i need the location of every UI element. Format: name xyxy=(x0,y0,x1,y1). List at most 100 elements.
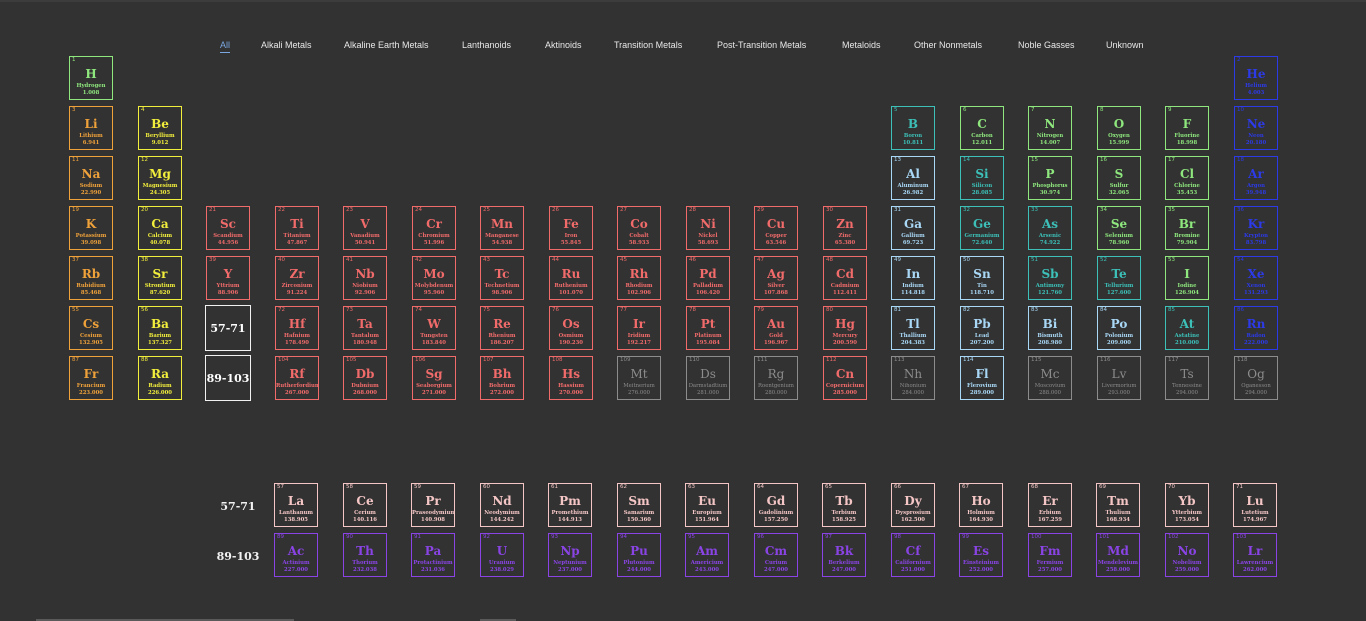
element-tile-gadolinium[interactable]: 64 Gd Gadolinium 157.250 xyxy=(754,483,798,527)
element-tile-tin[interactable]: 50 Sn Tin 118.710 xyxy=(960,256,1004,300)
element-tile-selenium[interactable]: 34 Se Selenium 78.960 xyxy=(1097,206,1141,250)
element-tile-erbium[interactable]: 68 Er Erbium 167.259 xyxy=(1028,483,1072,527)
element-tile-thallium[interactable]: 81 Tl Thallium 204.383 xyxy=(891,306,935,350)
filter-aktinoids[interactable]: Aktinoids xyxy=(545,40,582,50)
element-tile-zirconium[interactable]: 40 Zr Zirconium 91.224 xyxy=(275,256,319,300)
element-tile-nobelium[interactable]: 102 No Nobelium 259.000 xyxy=(1165,533,1209,577)
element-tile-oganesson[interactable]: 118 Og Oganesson 294.000 xyxy=(1234,356,1278,400)
filter-transition-metals[interactable]: Transition Metals xyxy=(614,40,682,50)
filter-lanthanoids[interactable]: Lanthanoids xyxy=(462,40,511,50)
element-tile-beryllium[interactable]: 4 Be Beryllium 9.012 xyxy=(138,106,182,150)
element-tile-sodium[interactable]: 11 Na Sodium 22.990 xyxy=(69,156,113,200)
filter-alkali-metals[interactable]: Alkali Metals xyxy=(261,40,312,50)
element-tile-hydrogen[interactable]: 1 H Hydrogen 1.008 xyxy=(69,56,113,100)
element-tile-polonium[interactable]: 84 Po Polonium 209.000 xyxy=(1097,306,1141,350)
element-tile-oxygen[interactable]: 8 O Oxygen 15.999 xyxy=(1097,106,1141,150)
element-tile-tungsten[interactable]: 74 W Tungsten 183.840 xyxy=(412,306,456,350)
element-tile-tennessine[interactable]: 117 Ts Tennessine 294.000 xyxy=(1165,356,1209,400)
element-tile-rubidium[interactable]: 37 Rb Rubidium 85.468 xyxy=(69,256,113,300)
element-tile-carbon[interactable]: 6 C Carbon 12.011 xyxy=(960,106,1004,150)
element-tile-neodymium[interactable]: 60 Nd Neodymium 144.242 xyxy=(480,483,524,527)
element-tile-radon[interactable]: 86 Rn Radon 222.000 xyxy=(1234,306,1278,350)
element-tile-cesium[interactable]: 55 Cs Cesium 132.905 xyxy=(69,306,113,350)
element-tile-silver[interactable]: 47 Ag Silver 107.868 xyxy=(754,256,798,300)
element-tile-copernicium[interactable]: 112 Cn Copernicium 285.000 xyxy=(823,356,867,400)
element-tile-ruthenium[interactable]: 44 Ru Ruthenium 101.070 xyxy=(549,256,593,300)
element-tile-curium[interactable]: 96 Cm Curium 247.000 xyxy=(754,533,798,577)
element-tile-xenon[interactable]: 54 Xe Xenon 131.293 xyxy=(1234,256,1278,300)
element-tile-technetium[interactable]: 43 Tc Technetium 98.906 xyxy=(480,256,524,300)
element-tile-magnesium[interactable]: 12 Mg Magnesium 24.305 xyxy=(138,156,182,200)
element-tile-barium[interactable]: 56 Ba Barium 137.327 xyxy=(138,306,182,350)
element-tile-silicon[interactable]: 14 Si Silicon 28.085 xyxy=(960,156,1004,200)
element-tile-germanium[interactable]: 32 Ge Germanium 72.640 xyxy=(960,206,1004,250)
element-tile-sulfur[interactable]: 16 S Sulfur 32.065 xyxy=(1097,156,1141,200)
element-tile-nitrogen[interactable]: 7 N Nitrogen 14.007 xyxy=(1028,106,1072,150)
element-tile-einsteinium[interactable]: 99 Es Einsteinium 252.000 xyxy=(959,533,1003,577)
element-tile-radium[interactable]: 88 Ra Radium 226.000 xyxy=(138,356,182,400)
element-tile-moscovium[interactable]: 115 Mc Moscovium 288.000 xyxy=(1028,356,1072,400)
element-tile-praseodymium[interactable]: 59 Pr Praseodymium 140.908 xyxy=(411,483,455,527)
filter-other-nonmetals[interactable]: Other Nonmetals xyxy=(914,40,982,50)
element-tile-boron[interactable]: 5 B Boron 10.811 xyxy=(891,106,935,150)
element-tile-seaborgium[interactable]: 106 Sg Seaborgium 271.000 xyxy=(412,356,456,400)
element-tile-meitnerium[interactable]: 109 Mt Meitnerium 276.000 xyxy=(617,356,661,400)
element-tile-titanium[interactable]: 22 Ti Titanium 47.867 xyxy=(275,206,319,250)
element-tile-zinc[interactable]: 30 Zn Zinc 65.380 xyxy=(823,206,867,250)
element-tile-bromine[interactable]: 35 Br Bromine 79.904 xyxy=(1165,206,1209,250)
element-tile-gold[interactable]: 79 Au Gold 196.967 xyxy=(754,306,798,350)
element-tile-iridium[interactable]: 77 Ir Iridium 192.217 xyxy=(617,306,661,350)
element-tile-osmium[interactable]: 76 Os Osmium 190.230 xyxy=(549,306,593,350)
filter-all[interactable]: All xyxy=(220,40,231,53)
element-tile-astatine[interactable]: 85 At Astatine 210.000 xyxy=(1165,306,1209,350)
element-tile-ytterbium[interactable]: 70 Yb Ytterbium 173.054 xyxy=(1165,483,1209,527)
element-tile-copper[interactable]: 29 Cu Copper 63.546 xyxy=(754,206,798,250)
element-tile-plutonium[interactable]: 94 Pu Plutonium 244.000 xyxy=(617,533,661,577)
element-tile-lutetium[interactable]: 71 Lu Lutetium 174.967 xyxy=(1233,483,1277,527)
element-tile-lead[interactable]: 82 Pb Lead 207.200 xyxy=(960,306,1004,350)
element-tile-protactinium[interactable]: 91 Pa Protactinium 231.036 xyxy=(411,533,455,577)
filter-post-transition-metals[interactable]: Post-Transition Metals xyxy=(717,40,806,50)
element-tile-gallium[interactable]: 31 Ga Gallium 69.723 xyxy=(891,206,935,250)
element-tile-cobalt[interactable]: 27 Co Cobalt 58.933 xyxy=(617,206,661,250)
element-tile-livermorium[interactable]: 116 Lv Livermorium 293.000 xyxy=(1097,356,1141,400)
element-tile-nihonium[interactable]: 113 Nh Nihonium 284.000 xyxy=(891,356,935,400)
element-tile-hassium[interactable]: 108 Hs Hassium 270.000 xyxy=(549,356,593,400)
element-tile-phosphorus[interactable]: 15 P Phosphorus 30.974 xyxy=(1028,156,1072,200)
element-tile-argon[interactable]: 18 Ar Argon 39.948 xyxy=(1234,156,1278,200)
element-tile-dubnium[interactable]: 105 Db Dubnium 268.000 xyxy=(343,356,387,400)
element-tile-fluorine[interactable]: 9 F Fluorine 18.998 xyxy=(1165,106,1209,150)
element-tile-mendelevium[interactable]: 101 Md Mendelevium 258.000 xyxy=(1096,533,1140,577)
element-tile-europium[interactable]: 63 Eu Europium 151.964 xyxy=(685,483,729,527)
element-tile-calcium[interactable]: 20 Ca Calcium 40.078 xyxy=(138,206,182,250)
element-tile-americium[interactable]: 95 Am Americium 243.000 xyxy=(685,533,729,577)
element-tile-strontium[interactable]: 38 Sr Strontium 87.620 xyxy=(138,256,182,300)
element-tile-hafnium[interactable]: 72 Hf Hafnium 178.490 xyxy=(275,306,319,350)
element-tile-neptunium[interactable]: 93 Np Neptunium 237.000 xyxy=(548,533,592,577)
filter-unknown[interactable]: Unknown xyxy=(1106,40,1144,50)
element-tile-platinum[interactable]: 78 Pt Platinum 195.084 xyxy=(686,306,730,350)
element-tile-bismuth[interactable]: 83 Bi Bismuth 208.980 xyxy=(1028,306,1072,350)
element-tile-molybdenum[interactable]: 42 Mo Molybdenum 95.960 xyxy=(412,256,456,300)
element-tile-lithium[interactable]: 3 Li Lithium 6.941 xyxy=(69,106,113,150)
element-tile-rhenium[interactable]: 75 Re Rhenium 186.207 xyxy=(480,306,524,350)
element-tile-iodine[interactable]: 53 I Iodine 126.904 xyxy=(1165,256,1209,300)
element-tile-uranium[interactable]: 92 U Uranium 238.029 xyxy=(480,533,524,577)
element-tile-californium[interactable]: 98 Cf Californium 251.000 xyxy=(891,533,935,577)
element-tile-roentgenium[interactable]: 111 Rg Roentgenium 280.000 xyxy=(754,356,798,400)
filter-alkaline-earth-metals[interactable]: Alkaline Earth Metals xyxy=(344,40,429,50)
element-tile-manganese[interactable]: 25 Mn Manganese 54.938 xyxy=(480,206,524,250)
element-tile-promethium[interactable]: 61 Pm Promethium 144.913 xyxy=(548,483,592,527)
element-tile-scandium[interactable]: 21 Sc Scandium 44.956 xyxy=(206,206,250,250)
element-tile-nickel[interactable]: 28 Ni Nickel 58.693 xyxy=(686,206,730,250)
element-tile-flerovium[interactable]: 114 Fl Flerovium 289.000 xyxy=(960,356,1004,400)
element-tile-yttrium[interactable]: 39 Y Yttrium 88.906 xyxy=(206,256,250,300)
element-tile-samarium[interactable]: 62 Sm Samarium 150.360 xyxy=(617,483,661,527)
element-tile-arsenic[interactable]: 33 As Arsenic 74.922 xyxy=(1028,206,1072,250)
element-tile-cerium[interactable]: 58 Ce Cerium 140.116 xyxy=(343,483,387,527)
element-tile-darmstadtium[interactable]: 110 Ds Darmstadtium 281.000 xyxy=(686,356,730,400)
element-tile-mercury[interactable]: 80 Hg Mercury 200.590 xyxy=(823,306,867,350)
element-tile-aluminum[interactable]: 13 Al Aluminum 26.982 xyxy=(891,156,935,200)
element-tile-chlorine[interactable]: 17 Cl Chlorine 35.453 xyxy=(1165,156,1209,200)
element-tile-krypton[interactable]: 36 Kr Krypton 83.798 xyxy=(1234,206,1278,250)
